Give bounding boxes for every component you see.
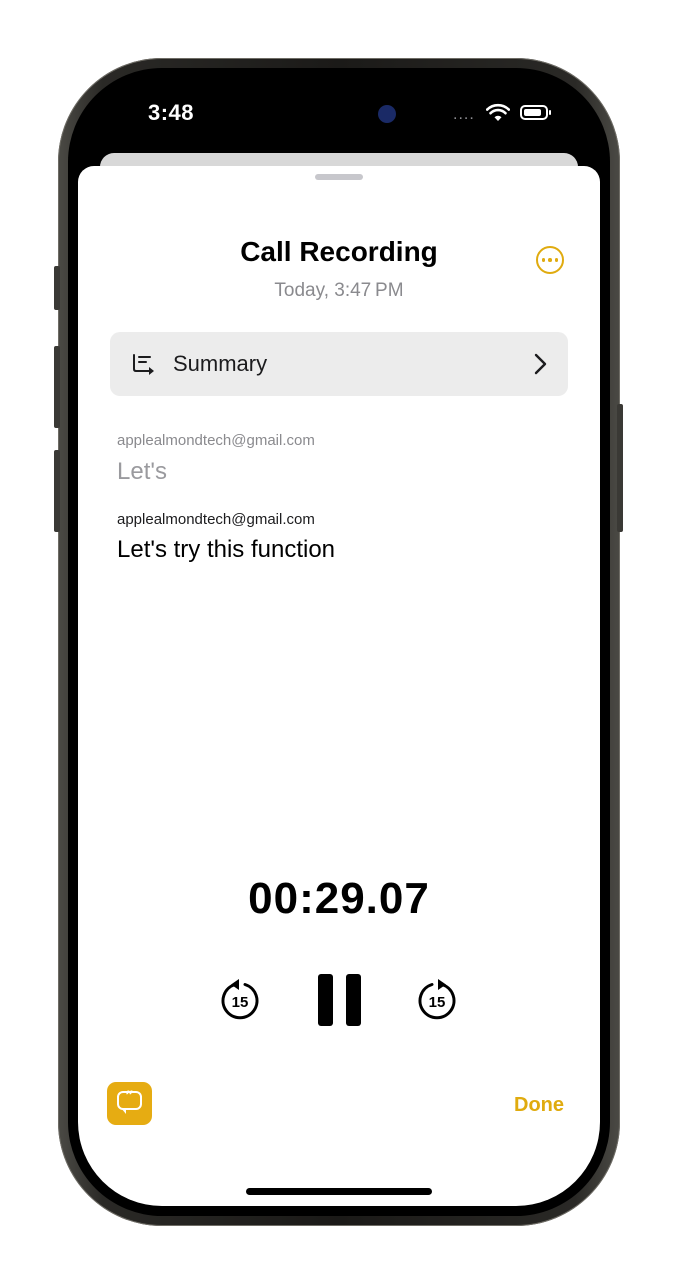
bubble-tail <box>121 1108 126 1114</box>
pause-icon <box>318 974 333 1026</box>
transcript-toggle-button[interactable]: ” <box>107 1082 152 1125</box>
ellipsis-circle-icon <box>541 258 546 262</box>
more-options-button[interactable] <box>536 246 564 274</box>
elapsed-time: 00:29.07 <box>248 874 430 923</box>
skip-back-15-icon[interactable]: 15 <box>218 978 262 1022</box>
summary-label: Summary <box>173 351 268 376</box>
quote-marks: ” <box>125 1089 134 1105</box>
transcript-line-active[interactable]: Let's try this function <box>117 536 335 564</box>
pause-button[interactable] <box>318 974 362 1026</box>
ellipsis-dot <box>554 258 559 262</box>
transcript-speaker: applealmondtech@gmail.com <box>117 432 315 449</box>
battery-icon <box>520 105 551 120</box>
done-button[interactable]: Done <box>514 1094 564 1117</box>
skip-forward-seconds: 15 <box>429 994 446 1011</box>
summary-button[interactable]: Summary <box>110 332 568 396</box>
camera-indicator-icon <box>378 105 396 123</box>
wifi-icon <box>486 103 510 121</box>
page-title: Call Recording <box>240 236 438 267</box>
call-recording-sheet: Call Recording Today, 3:47 PM Summary ap… <box>78 166 600 1206</box>
action-button <box>54 266 60 310</box>
transcript-line[interactable]: Let's <box>117 458 167 486</box>
transcript-speaker: applealmondtech@gmail.com <box>117 511 315 528</box>
home-indicator[interactable] <box>246 1188 432 1195</box>
summary-list-icon <box>133 354 154 375</box>
volume-up-button <box>54 346 60 428</box>
power-button <box>617 404 623 532</box>
volume-down-button <box>54 450 60 532</box>
status-time: 3:48 <box>148 100 195 125</box>
ellipsis-dot <box>548 258 552 262</box>
skip-back-seconds: 15 <box>232 994 249 1011</box>
skip-forward-15-icon[interactable]: 15 <box>415 978 459 1022</box>
cellular-signal-icon: .... <box>453 106 475 123</box>
screen: 3:48 .... Call Recording Today, 3:47 PM … <box>78 78 600 1206</box>
chevron-right-icon <box>534 353 547 375</box>
pause-icon-bar <box>346 974 361 1026</box>
sheet-grabber[interactable] <box>315 174 363 180</box>
recording-date: Today, 3:47 PM <box>274 280 404 301</box>
